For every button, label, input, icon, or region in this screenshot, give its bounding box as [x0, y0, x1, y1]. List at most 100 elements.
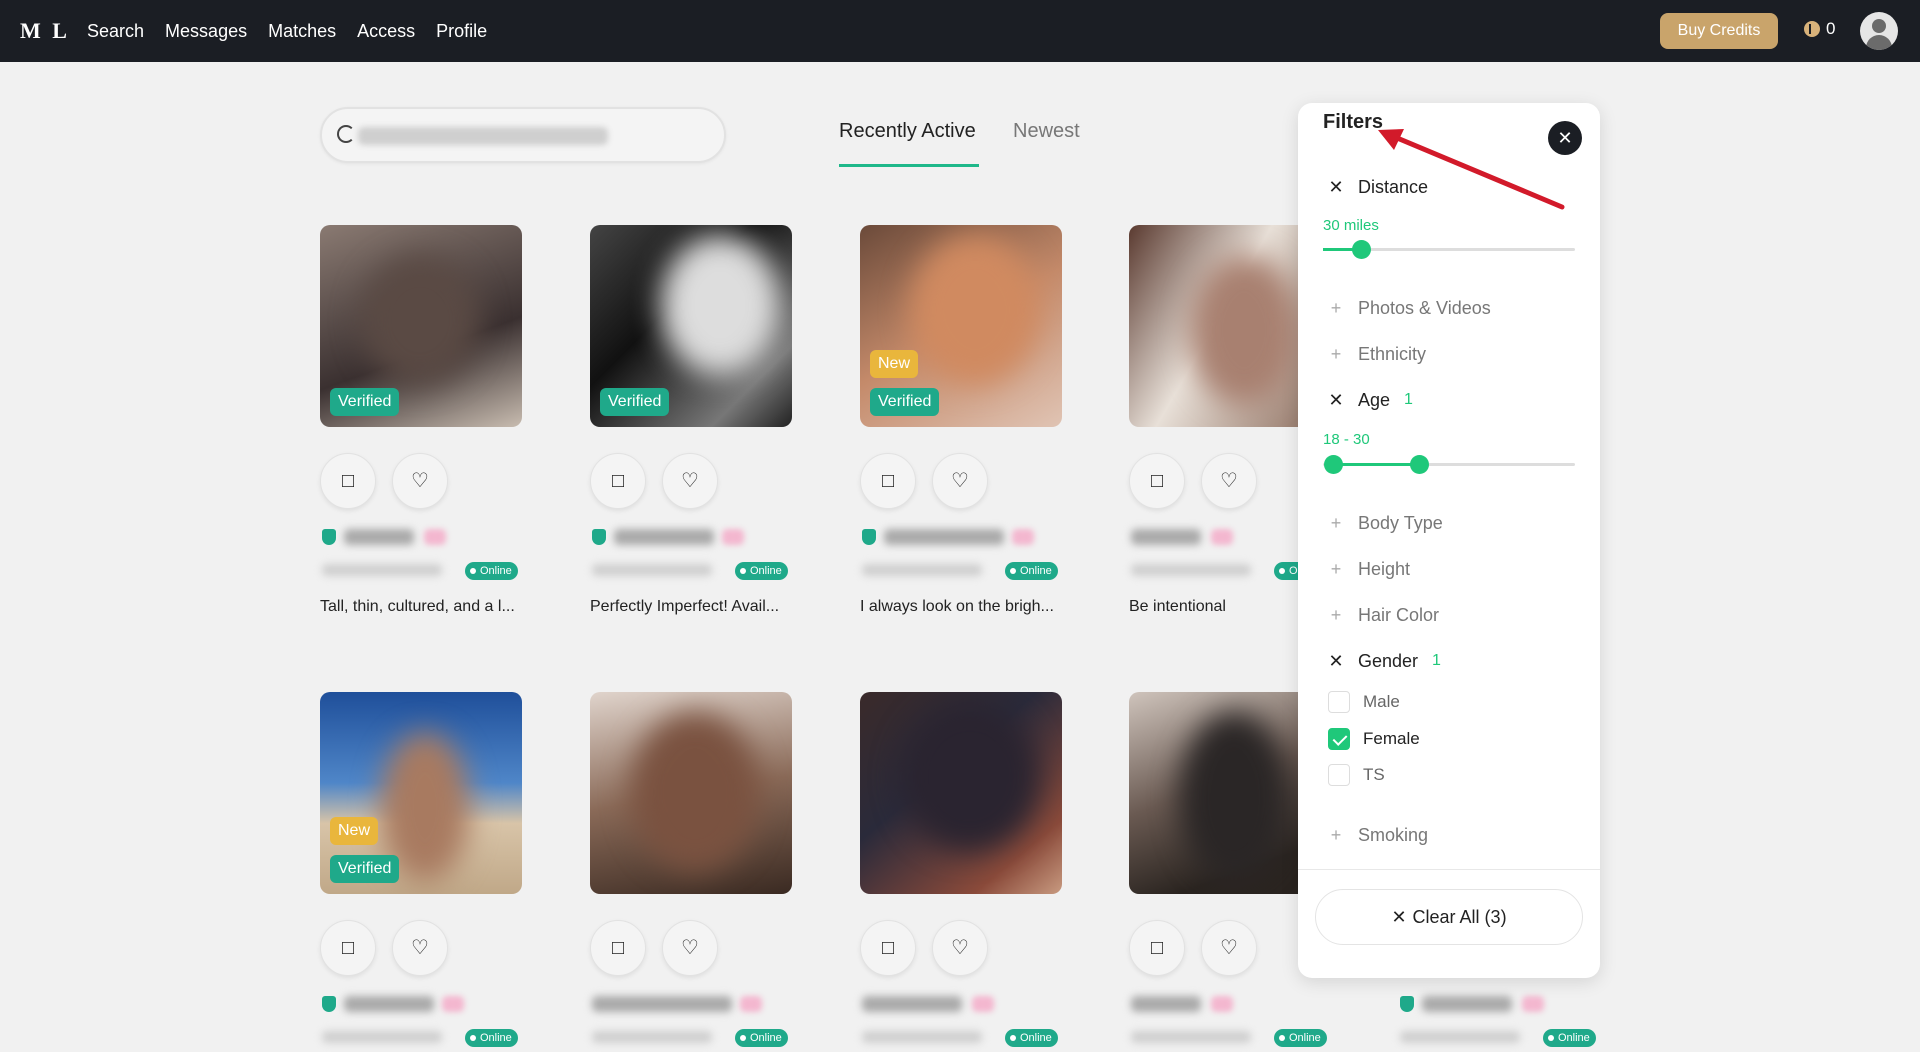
profile-photo[interactable]: Verified: [320, 225, 522, 427]
filter-height[interactable]: + Height: [1328, 557, 1410, 581]
online-dot-icon: [740, 568, 746, 574]
filter-photos-videos[interactable]: + Photos & Videos: [1328, 296, 1491, 320]
checkbox-checked[interactable]: [1328, 728, 1350, 750]
filter-height-label: Height: [1358, 558, 1411, 579]
location-search-input[interactable]: [320, 107, 726, 163]
online-status-badge: Online: [1005, 1029, 1058, 1047]
gender-option-label: Female: [1363, 729, 1420, 748]
favorite-button[interactable]: ♡: [932, 453, 988, 509]
profile-photo[interactable]: Verified: [590, 225, 792, 427]
blurred-face: [660, 235, 780, 375]
add-icon: +: [1330, 512, 1342, 533]
checkbox[interactable]: [1328, 764, 1350, 786]
online-dot-icon: [1279, 1035, 1285, 1041]
nav-messages[interactable]: Messages: [165, 21, 247, 42]
distance-slider-handle[interactable]: [1351, 240, 1371, 259]
profile-name-blurred: [1422, 996, 1512, 1012]
message-button[interactable]: □: [1129, 920, 1185, 976]
heart-icon: ♡: [1220, 937, 1238, 959]
favorite-button[interactable]: ♡: [1201, 920, 1257, 976]
chat-icon: □: [1150, 937, 1164, 959]
gender-option-ts[interactable]: TS: [1328, 764, 1385, 786]
online-dot-icon: [740, 1035, 746, 1041]
filter-photos-videos-label: Photos & Videos: [1358, 297, 1491, 318]
filter-age-label: Age: [1358, 389, 1391, 410]
filter-hair-color[interactable]: + Hair Color: [1328, 603, 1439, 627]
message-button[interactable]: □: [860, 920, 916, 976]
tab-newest[interactable]: Newest: [1013, 120, 1080, 143]
filter-age[interactable]: ✕ Age 1: [1328, 388, 1412, 412]
add-icon: +: [1330, 604, 1342, 625]
age-slider[interactable]: [1323, 455, 1575, 474]
age-blurred: [1211, 529, 1233, 545]
user-avatar[interactable]: [1860, 12, 1898, 50]
nav-search[interactable]: Search: [87, 21, 144, 42]
age-blurred: [972, 996, 994, 1012]
checkbox[interactable]: [1328, 691, 1350, 713]
main-nav: Search Messages Matches Access Profile: [87, 0, 487, 62]
nav-profile[interactable]: Profile: [436, 21, 487, 42]
blurred-face: [1179, 712, 1289, 882]
filter-body-type[interactable]: + Body Type: [1328, 511, 1443, 535]
favorite-button[interactable]: ♡: [662, 920, 718, 976]
online-status-badge: Online: [465, 562, 518, 580]
filter-hair-color-label: Hair Color: [1358, 604, 1440, 625]
favorite-button[interactable]: ♡: [932, 920, 988, 976]
heart-icon: ♡: [1220, 470, 1238, 492]
online-status-badge: Online: [1274, 1029, 1327, 1047]
profile-photo[interactable]: [590, 692, 792, 894]
chat-icon: □: [611, 937, 625, 959]
age-min-handle[interactable]: [1324, 455, 1344, 474]
favorite-button[interactable]: ♡: [392, 453, 448, 509]
profile-photo[interactable]: [860, 692, 1062, 894]
blurred-face: [910, 235, 1040, 385]
message-button[interactable]: □: [590, 453, 646, 509]
distance-value: 30 miles: [1323, 217, 1379, 234]
favorite-button[interactable]: ♡: [662, 453, 718, 509]
message-button[interactable]: □: [320, 920, 376, 976]
nav-matches[interactable]: Matches: [268, 21, 336, 42]
location-blurred: [1400, 1031, 1520, 1043]
blurred-face: [1189, 255, 1299, 405]
gender-option-male[interactable]: Male: [1328, 691, 1400, 713]
online-dot-icon: [1279, 568, 1285, 574]
heart-icon: ♡: [681, 470, 699, 492]
age-blurred: [722, 529, 744, 545]
site-logo[interactable]: M L: [20, 18, 70, 44]
distance-slider[interactable]: [1323, 240, 1575, 259]
favorite-button[interactable]: ♡: [1201, 453, 1257, 509]
filter-body-type-label: Body Type: [1358, 512, 1443, 533]
age-max-handle[interactable]: [1409, 455, 1429, 474]
filter-distance-label: Distance: [1358, 176, 1429, 197]
verified-shield-icon: [592, 529, 606, 545]
online-dot-icon: [1010, 568, 1016, 574]
filter-gender[interactable]: ✕ Gender 1: [1328, 649, 1441, 673]
chat-icon: □: [341, 937, 355, 959]
tab-recently-active[interactable]: Recently Active: [839, 120, 976, 143]
verified-shield-icon: [862, 529, 876, 545]
filter-smoking[interactable]: + Smoking: [1328, 823, 1428, 847]
profile-photo[interactable]: New Verified: [320, 692, 522, 894]
message-button[interactable]: □: [590, 920, 646, 976]
profile-bio: Tall, thin, cultured, and a l...: [320, 598, 515, 615]
gender-option-label: Male: [1363, 692, 1400, 711]
message-button[interactable]: □: [1129, 453, 1185, 509]
gender-option-female[interactable]: Female: [1328, 728, 1420, 750]
profile-bio: I always look on the brigh...: [860, 598, 1054, 615]
location-blurred: [322, 564, 442, 576]
nav-access[interactable]: Access: [357, 21, 415, 42]
favorite-button[interactable]: ♡: [392, 920, 448, 976]
close-filters-button[interactable]: ✕: [1548, 121, 1582, 155]
filter-ethnicity[interactable]: + Ethnicity: [1328, 342, 1426, 366]
message-button[interactable]: □: [860, 453, 916, 509]
message-button[interactable]: □: [320, 453, 376, 509]
credits-balance[interactable]: 0: [1804, 19, 1835, 39]
clear-all-button[interactable]: ✕ Clear All (3): [1315, 889, 1583, 945]
profile-photo[interactable]: New Verified: [860, 225, 1062, 427]
online-label: Online: [750, 565, 782, 577]
filter-distance[interactable]: ✕ Distance: [1328, 175, 1428, 199]
top-navigation-bar: M L Search Messages Matches Access Profi…: [0, 0, 1920, 62]
buy-credits-button[interactable]: Buy Credits: [1660, 13, 1778, 49]
profile-name-blurred: [884, 529, 1004, 545]
verified-shield-icon: [322, 529, 336, 545]
